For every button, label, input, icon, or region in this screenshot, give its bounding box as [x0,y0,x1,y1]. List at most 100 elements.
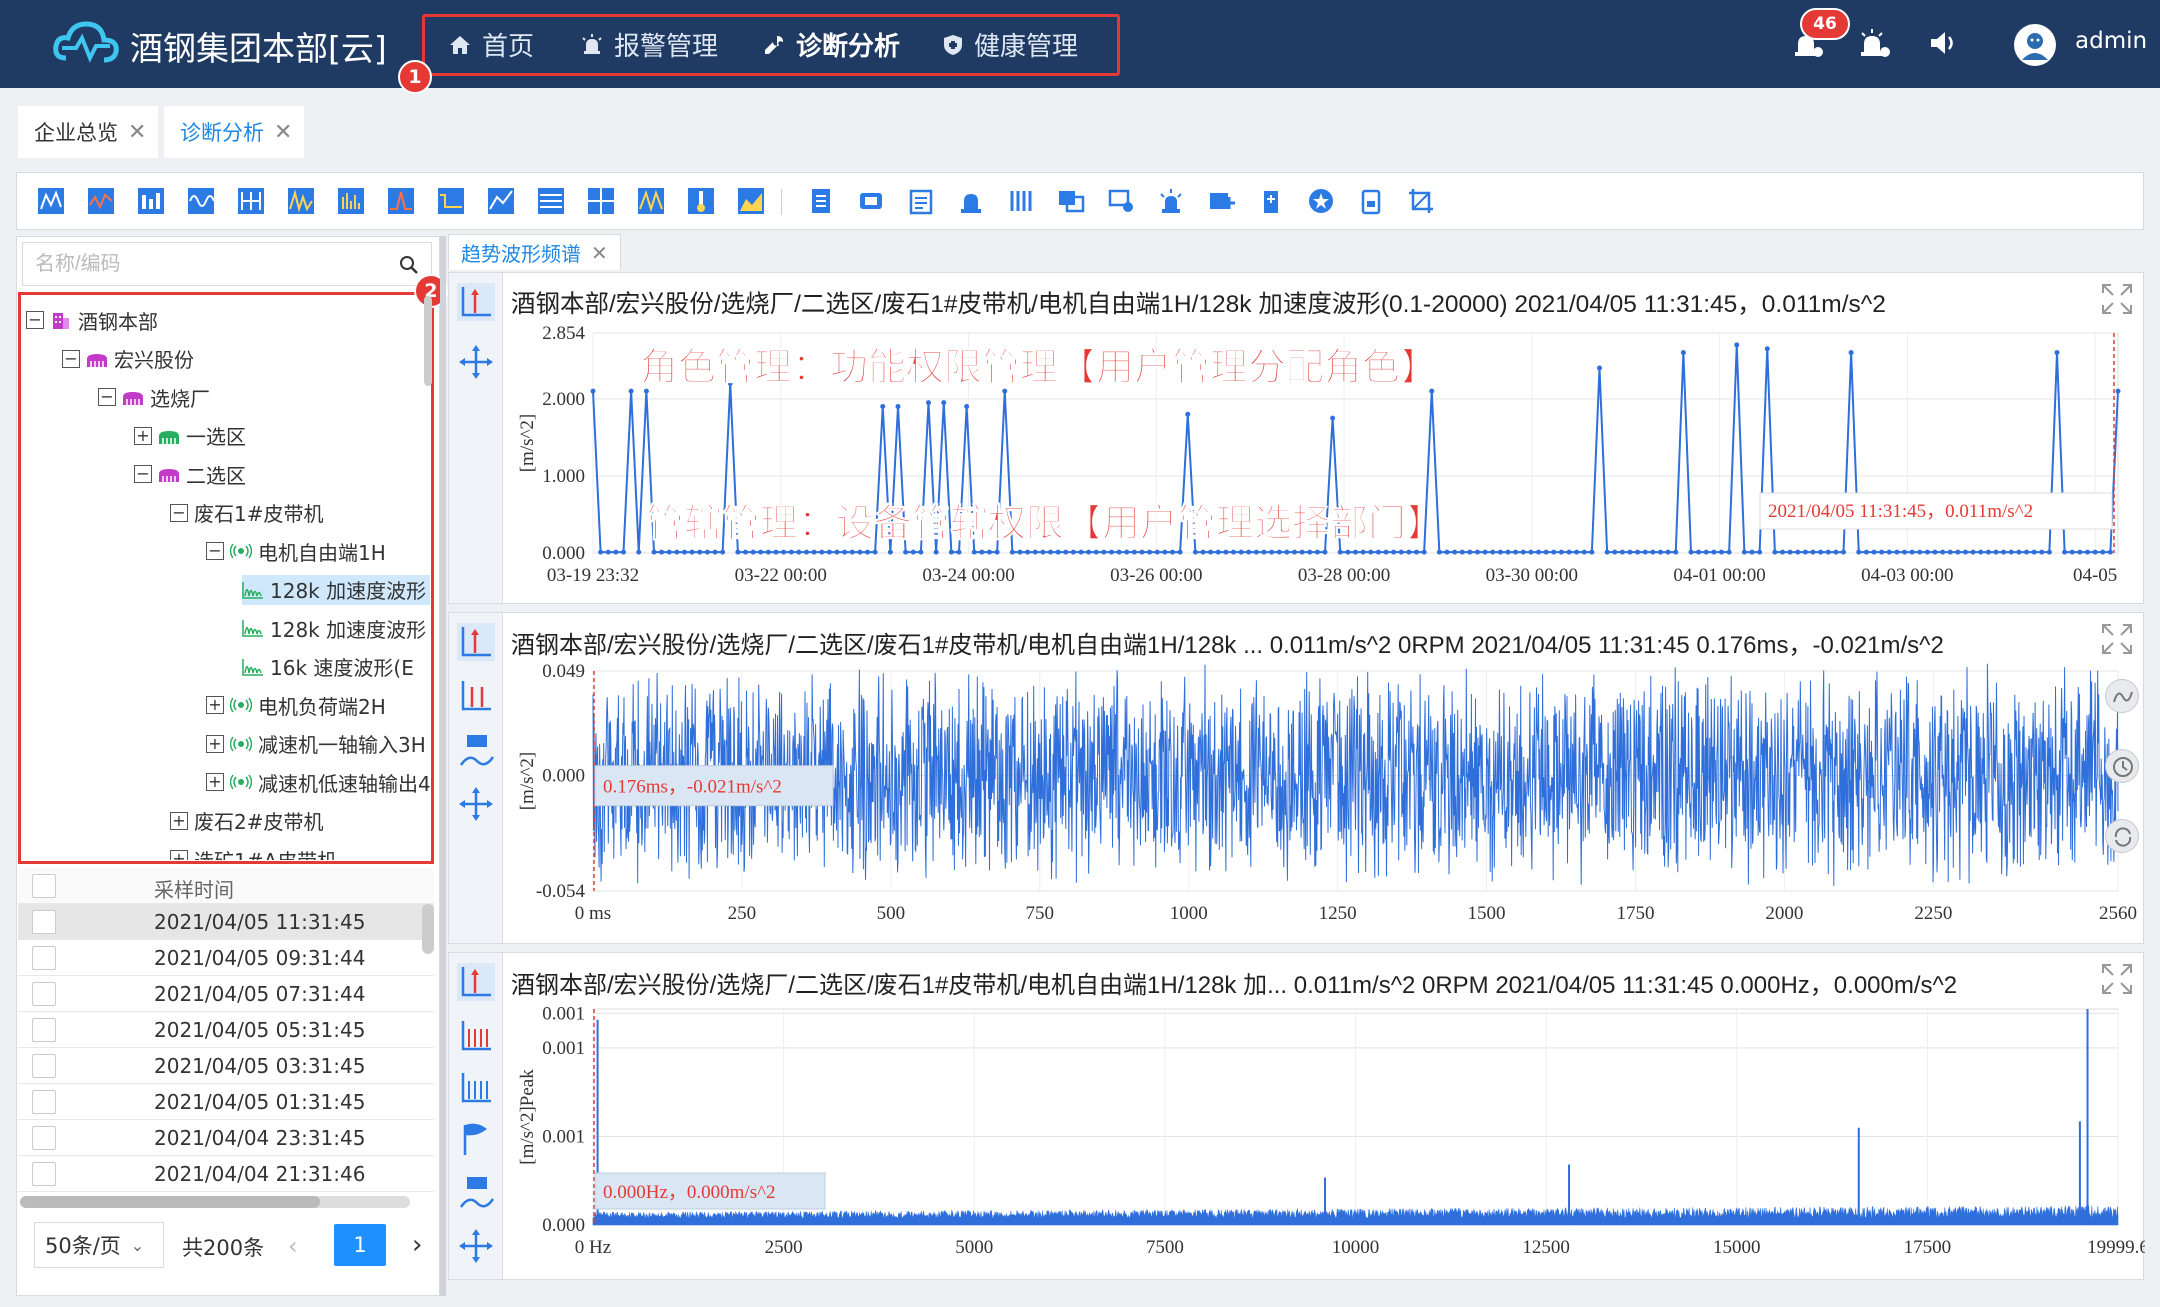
row-checkbox[interactable] [32,1018,56,1042]
page-size-select[interactable]: 50条/页 ⌄ [34,1222,164,1268]
tab-diagnosis[interactable]: 诊断分析 ✕ [164,106,305,158]
tree-node[interactable]: + 电机负荷端2H [206,690,386,720]
expand-toggle-icon[interactable]: + [206,734,224,753]
columns-icon[interactable] [1007,187,1035,215]
row-checkbox[interactable] [32,910,56,934]
row-checkbox[interactable] [32,946,56,970]
close-icon[interactable]: ✕ [274,120,292,145]
vibration-chart-icon[interactable] [187,187,215,215]
fullscreen-icon[interactable] [2101,623,2133,655]
expand-toggle-icon[interactable]: + [206,696,224,714]
bar-spectrum-icon[interactable] [337,187,365,215]
tree-node[interactable]: + 一选区 [134,421,246,451]
envelope-chart-icon[interactable] [437,187,465,215]
harmonic-cursor-icon[interactable] [457,1017,495,1055]
tree-node[interactable]: 16k 速度波形(E [242,652,414,682]
warning-lamp-icon[interactable] [1157,187,1185,215]
row-checkbox[interactable] [32,1126,56,1150]
report-icon[interactable] [807,187,835,215]
next-page-button[interactable]: › [412,1230,422,1260]
tab-trend-waveform-spectrum[interactable]: 趋势波形频谱 ✕ [448,234,621,270]
alarm-light-icon[interactable] [957,187,985,215]
row-checkbox[interactable] [32,982,56,1006]
cursor-tool-icon[interactable] [457,963,495,1001]
spectrum-chart[interactable]: 0.000 0.001 0.001 0.001 0 Hz 2500 5000 7500 1000… [503,1003,2145,1279]
zoom-tool-icon[interactable] [457,785,495,823]
fullscreen-icon[interactable] [2101,283,2133,315]
table-row[interactable]: 2021/04/05 11:31:45 [18,904,434,940]
table-row[interactable]: 2021/04/05 03:31:45 [18,1048,434,1084]
expand-toggle-icon[interactable]: − [206,542,224,560]
select-all-checkbox[interactable] [32,874,56,898]
page-button-current[interactable]: 1 [334,1224,386,1266]
flag-icon[interactable] [457,1121,495,1159]
star-badge-icon[interactable] [1307,187,1335,215]
tree-node[interactable]: − 宏兴股份 [62,344,194,374]
volume-icon[interactable] [1928,28,1960,58]
zoom-tool-icon[interactable] [457,1227,495,1265]
tree-node[interactable]: − 选烧厂 [98,382,210,412]
trend-chart-icon[interactable] [37,187,65,215]
alert-status-icon[interactable] [1858,28,1892,60]
settings-monitor-icon[interactable] [1107,187,1135,215]
nav-alarm[interactable]: 报警管理 [580,26,718,63]
table-vscroll[interactable] [422,904,434,954]
nav-health[interactable]: 健康管理 [942,26,1078,63]
search-input[interactable] [35,249,375,279]
close-icon[interactable]: ✕ [128,120,146,145]
nav-diagnosis[interactable]: 诊断分析 [762,26,900,63]
search-icon[interactable] [399,255,419,275]
table-row[interactable]: 2021/04/04 23:31:45 [18,1120,434,1156]
tree-node[interactable]: − 二选区 [134,459,246,489]
waveform-chart[interactable]: -0.054 0.000 0.049 0 ms 250 500 750 1000 1250 150… [503,663,2145,945]
row-checkbox[interactable] [32,1054,56,1078]
calendar-icon[interactable] [907,187,935,215]
fullscreen-icon[interactable] [2101,963,2133,995]
device-icon[interactable] [857,187,885,215]
username[interactable]: admin [2075,28,2147,54]
waveform-chart-icon[interactable] [87,187,115,215]
tree-node[interactable]: − 电机自由端1H [206,536,386,566]
device-add-icon[interactable] [1207,187,1235,215]
area-chart-icon[interactable] [737,187,765,215]
row-checkbox[interactable] [32,1162,56,1186]
phase-chart-icon[interactable] [637,187,665,215]
cascade-chart-icon[interactable] [537,187,565,215]
expand-toggle-icon[interactable]: − [170,503,188,522]
panel-splitter[interactable] [440,236,446,1296]
waveform-mode-button[interactable] [2105,679,2139,713]
row-checkbox[interactable] [32,1090,56,1114]
grid-chart-icon[interactable] [237,187,265,215]
spectrum-chart-icon[interactable] [137,187,165,215]
expand-toggle-icon[interactable]: + [170,811,188,830]
table-row[interactable]: 2021/04/05 07:31:44 [18,976,434,1012]
expand-toggle-icon[interactable]: + [206,773,224,791]
history-button[interactable] [2105,749,2139,783]
table-row[interactable]: 2021/04/05 01:31:45 [18,1084,434,1120]
tree-node[interactable]: − 酒钢本部 [26,305,158,335]
expand-toggle-icon[interactable]: − [134,465,152,483]
image-compare-icon[interactable] [1057,187,1085,215]
expand-toggle-icon[interactable]: − [62,349,80,368]
table-hscroll[interactable] [20,1196,410,1208]
tree-node[interactable]: 128k 加速度波形 [242,574,431,605]
double-cursor-icon[interactable] [457,677,495,715]
tree-node[interactable]: 128k 加速度波形 [242,613,426,643]
tab-overview[interactable]: 企业总览 ✕ [18,106,159,158]
battery-icon[interactable] [1257,187,1285,215]
tree-node[interactable]: + 减速机低速轴输出4 [206,767,431,797]
expand-toggle-icon[interactable]: − [26,311,44,329]
tree-node[interactable]: − 废石1#皮带机 [170,498,323,528]
prev-page-button[interactable]: ‹ [288,1232,298,1260]
cursor-tool-icon[interactable] [457,623,495,661]
expand-toggle-icon[interactable]: − [98,388,116,406]
avatar[interactable] [2014,24,2056,66]
expand-toggle-icon[interactable]: + [134,426,152,445]
thermometer-icon[interactable] [687,187,715,215]
nav-home[interactable]: 首页 [448,26,534,63]
tree-node[interactable]: + 减速机一轴输入3H [206,729,426,759]
zoom-tool-icon[interactable] [457,343,495,381]
sideband-cursor-icon[interactable] [457,1069,495,1107]
annotation-tool-icon[interactable] [457,1173,495,1211]
peak-chart-icon[interactable] [387,187,415,215]
